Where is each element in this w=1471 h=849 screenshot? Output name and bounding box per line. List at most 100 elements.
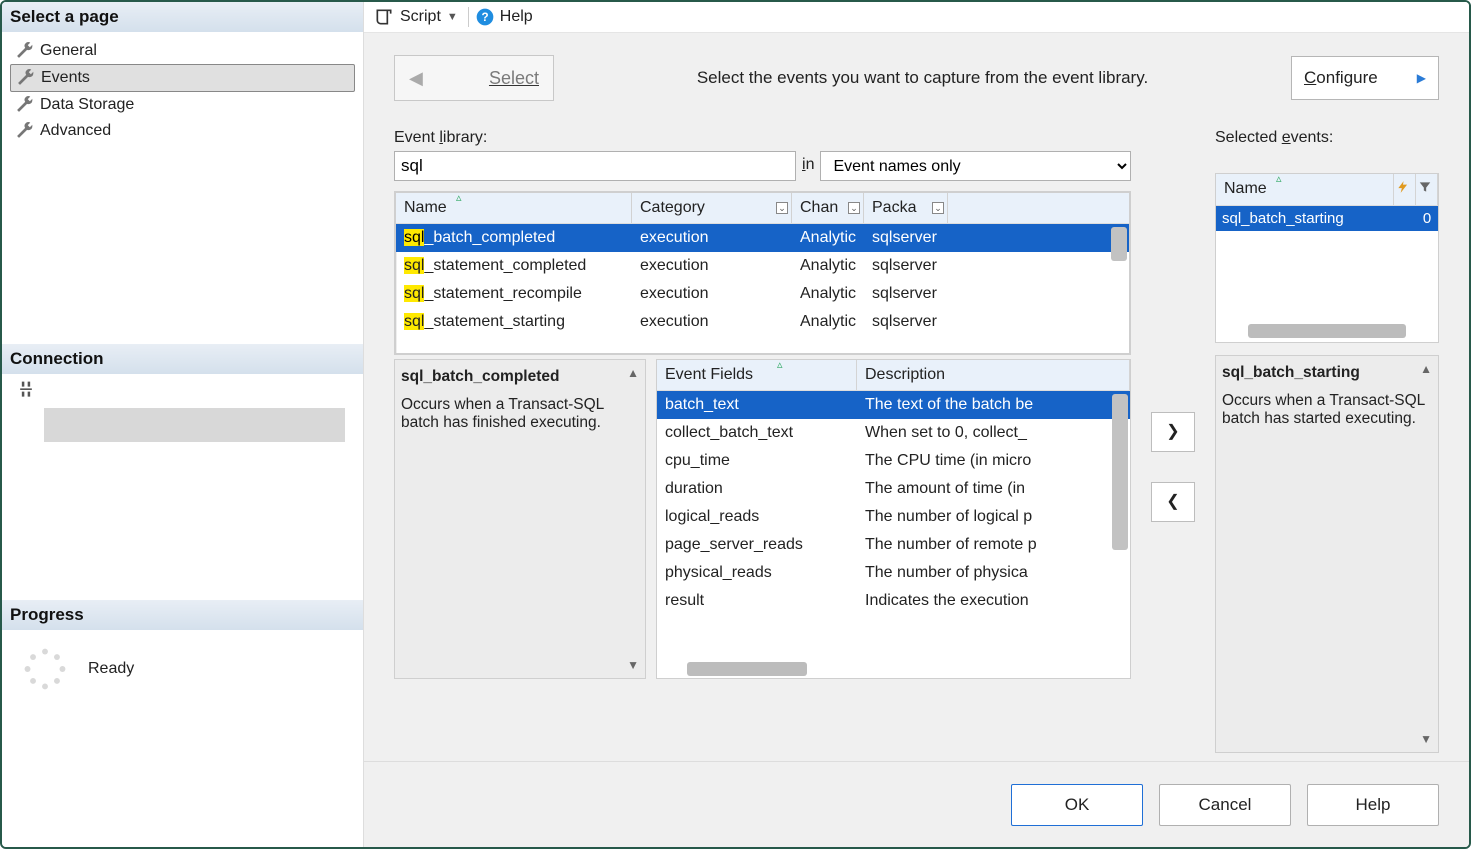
filter-icon[interactable] bbox=[1416, 174, 1438, 205]
help-label: Help bbox=[500, 8, 533, 26]
field-row[interactable]: resultIndicates the execution bbox=[657, 587, 1130, 615]
fields-header: Event Fields▵ Description bbox=[657, 360, 1130, 391]
scrollbar-thumb[interactable] bbox=[1112, 394, 1128, 550]
grid-row[interactable]: sql_statement_starting execution Analyti… bbox=[396, 308, 1129, 336]
wrench-icon bbox=[14, 95, 34, 115]
script-icon bbox=[374, 7, 394, 27]
event-library-grid[interactable]: Name▵ Category⌄ Chan⌄ Packa⌄ bbox=[394, 191, 1131, 355]
move-buttons: ❯ ❮ bbox=[1149, 400, 1197, 522]
sel-grid-header: Name▵ bbox=[1216, 174, 1438, 206]
selected-events-label: Selected events: bbox=[1215, 129, 1439, 147]
wrench-icon bbox=[14, 41, 34, 61]
col-category[interactable]: Category⌄ bbox=[632, 193, 792, 223]
cancel-button[interactable]: Cancel bbox=[1159, 784, 1291, 826]
in-label: in bbox=[802, 156, 814, 176]
selected-events-column: Selected events: Name▵ bbox=[1215, 129, 1439, 753]
field-row[interactable]: logical_readsThe number of logical p bbox=[657, 503, 1130, 531]
wrench-icon bbox=[14, 121, 34, 141]
connection-name-field[interactable] bbox=[44, 408, 345, 442]
chevron-down-icon[interactable]: ⌄ bbox=[848, 202, 860, 214]
event-desc-text: Occurs when a Transact-SQL batch has fin… bbox=[401, 396, 639, 432]
field-row[interactable]: batch_textThe text of the batch be bbox=[657, 391, 1130, 419]
sidebar: Select a page General Events Data Storag… bbox=[2, 2, 364, 847]
col-name[interactable]: Name▵ bbox=[1216, 174, 1394, 205]
script-dropdown[interactable]: Script ▼ bbox=[370, 5, 462, 29]
grid-row[interactable]: sql_statement_completed execution Analyt… bbox=[396, 252, 1129, 280]
selected-events-grid[interactable]: Name▵ sql_batch_starting bbox=[1215, 173, 1439, 343]
chevron-down-icon[interactable]: ⌄ bbox=[776, 202, 788, 214]
scroll-down-icon[interactable]: ▼ bbox=[1420, 732, 1432, 746]
nav-data-storage[interactable]: Data Storage bbox=[10, 92, 355, 118]
chevron-down-icon[interactable]: ⌄ bbox=[932, 202, 944, 214]
ok-button[interactable]: OK bbox=[1011, 784, 1143, 826]
col-description[interactable]: Description bbox=[857, 360, 1130, 390]
event-description-panel: ▲ sql_batch_completed Occurs when a Tran… bbox=[394, 359, 646, 679]
help-button[interactable]: ? Help bbox=[475, 7, 533, 27]
grid-row[interactable]: sql_statement_recompile execution Analyt… bbox=[396, 280, 1129, 308]
grid-body: sql_batch_completed execution Analytic s… bbox=[396, 224, 1129, 336]
scrollbar-thumb[interactable] bbox=[1111, 227, 1127, 261]
scroll-up-icon[interactable]: ▲ bbox=[1420, 362, 1432, 376]
grid-row[interactable]: sql_batch_completed execution Analytic s… bbox=[396, 224, 1129, 252]
connection-title: Connection bbox=[2, 344, 363, 374]
sort-asc-icon: ▵ bbox=[1276, 172, 1282, 185]
col-event-fields[interactable]: Event Fields▵ bbox=[657, 360, 857, 390]
search-input[interactable] bbox=[394, 151, 796, 181]
grid-header: Name▵ Category⌄ Chan⌄ Packa⌄ bbox=[396, 193, 1129, 224]
page-description: Select the events you want to capture fr… bbox=[566, 68, 1279, 88]
event-desc-title: sql_batch_completed bbox=[401, 368, 639, 386]
toolbar: Script ▼ ? Help bbox=[364, 2, 1469, 33]
selected-row[interactable]: sql_batch_starting 0 bbox=[1216, 206, 1438, 231]
add-event-button[interactable]: ❯ bbox=[1151, 412, 1195, 452]
fields-body: batch_textThe text of the batch be colle… bbox=[657, 391, 1130, 615]
nav-label: Advanced bbox=[40, 122, 111, 140]
top-row: ◀ Select Select the events you want to c… bbox=[394, 55, 1439, 101]
sel-body: sql_batch_starting 0 bbox=[1216, 206, 1438, 231]
sel-desc-text: Occurs when a Transact-SQL batch has sta… bbox=[1222, 392, 1432, 428]
nav-advanced[interactable]: Advanced bbox=[10, 118, 355, 144]
chevron-right-icon: ▶ bbox=[1417, 71, 1426, 85]
col-channel[interactable]: Chan⌄ bbox=[792, 193, 864, 223]
lower-row: ▲ sql_batch_completed Occurs when a Tran… bbox=[394, 359, 1131, 679]
search-row: in Event names only bbox=[394, 151, 1131, 181]
nav-label: Data Storage bbox=[40, 96, 134, 114]
nav-label: Events bbox=[41, 69, 90, 87]
help-button[interactable]: Help bbox=[1307, 784, 1439, 826]
content-area: ◀ Select Select the events you want to c… bbox=[364, 33, 1469, 761]
configure-label: Configure bbox=[1304, 68, 1378, 88]
main-panel: Script ▼ ? Help ◀ Select Select the even… bbox=[364, 2, 1469, 847]
horizontal-scrollbar[interactable] bbox=[1248, 324, 1406, 338]
sel-desc-title: sql_batch_starting bbox=[1222, 364, 1432, 382]
wrench-icon bbox=[15, 68, 35, 88]
dialog-footer: OK Cancel Help bbox=[364, 761, 1469, 847]
lightning-icon[interactable] bbox=[1394, 174, 1416, 205]
horizontal-scrollbar[interactable] bbox=[687, 662, 807, 676]
field-row[interactable]: collect_batch_textWhen set to 0, collect… bbox=[657, 419, 1130, 447]
progress-status: Ready bbox=[88, 660, 134, 678]
scroll-up-icon[interactable]: ▲ bbox=[627, 366, 639, 380]
configure-button[interactable]: Configure ▶ bbox=[1291, 56, 1439, 100]
nav-list: General Events Data Storage Advanced bbox=[2, 32, 363, 344]
field-row[interactable]: durationThe amount of time (in bbox=[657, 475, 1130, 503]
field-row[interactable]: cpu_timeThe CPU time (in micro bbox=[657, 447, 1130, 475]
chevron-down-icon: ▼ bbox=[447, 11, 458, 23]
col-name[interactable]: Name▵ bbox=[396, 193, 632, 223]
search-scope-select[interactable]: Event names only bbox=[820, 151, 1131, 181]
scroll-down-icon[interactable]: ▼ bbox=[627, 658, 639, 672]
event-library-label: Event library: bbox=[394, 129, 1131, 147]
nav-general[interactable]: General bbox=[10, 38, 355, 64]
remove-event-button[interactable]: ❮ bbox=[1151, 482, 1195, 522]
sidebar-title: Select a page bbox=[2, 2, 363, 32]
chevron-left-icon: ◀ bbox=[409, 68, 423, 89]
sort-asc-icon: ▵ bbox=[777, 359, 783, 371]
server-icon bbox=[16, 380, 36, 404]
event-fields-grid[interactable]: Event Fields▵ Description batch_textThe … bbox=[656, 359, 1131, 679]
field-row[interactable]: page_server_readsThe number of remote p bbox=[657, 531, 1130, 559]
svg-text:?: ? bbox=[481, 11, 488, 24]
nav-events[interactable]: Events bbox=[10, 64, 355, 92]
select-label: Select bbox=[489, 68, 539, 89]
sort-asc-icon: ▵ bbox=[456, 191, 462, 204]
col-package[interactable]: Packa⌄ bbox=[864, 193, 948, 223]
field-row[interactable]: physical_readsThe number of physica bbox=[657, 559, 1130, 587]
back-button[interactable]: ◀ Select bbox=[394, 55, 554, 101]
